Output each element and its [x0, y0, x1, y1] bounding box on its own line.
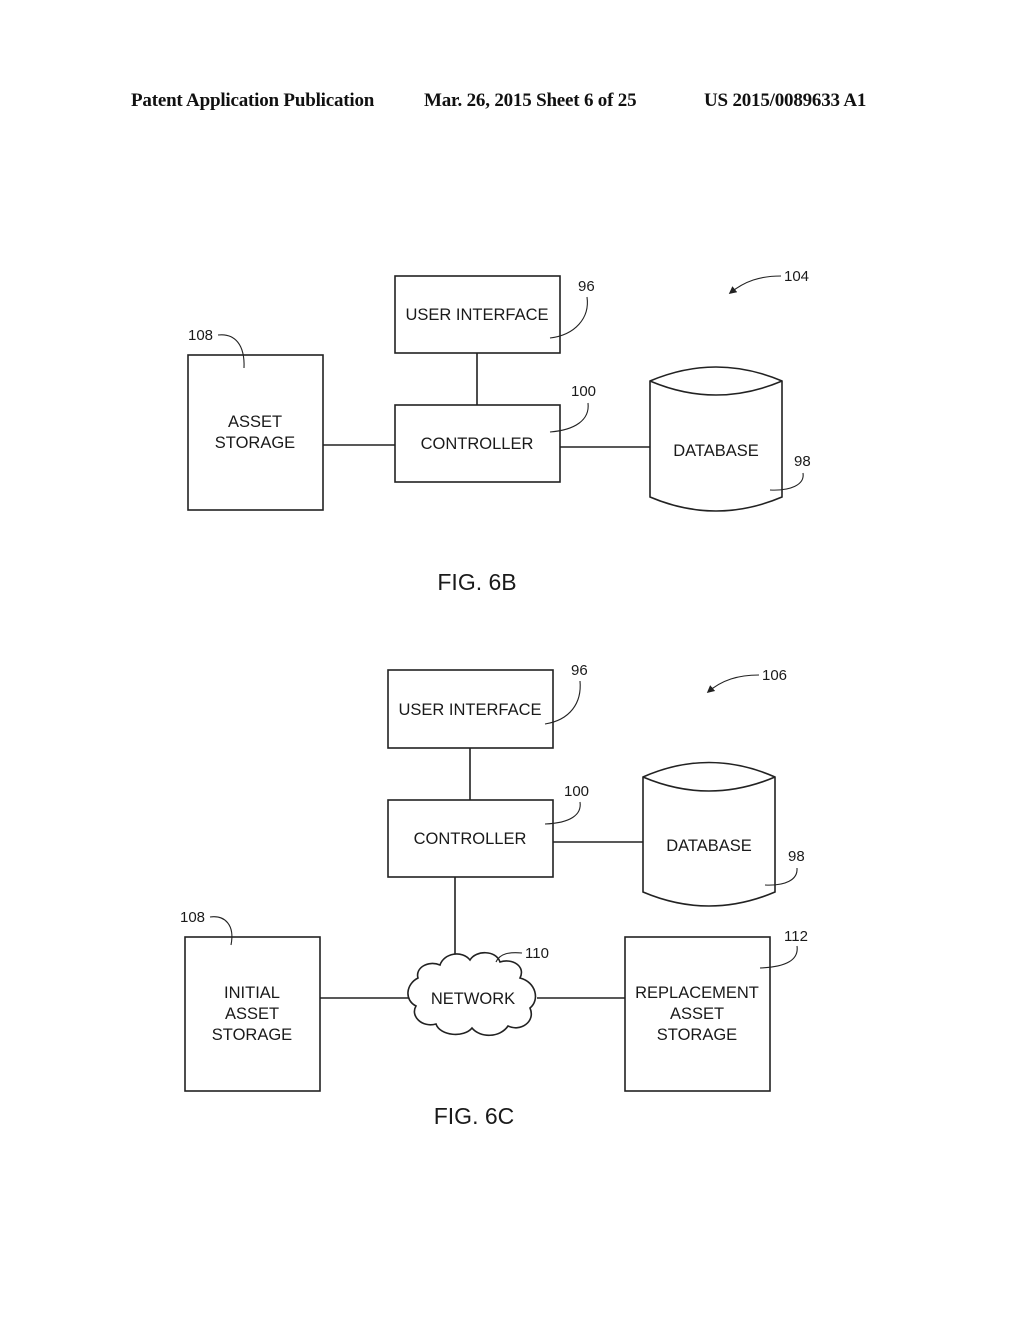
figure-caption: FIG. 6B: [437, 569, 516, 595]
user-interface-label: USER INTERFACE: [398, 701, 541, 719]
system-arrow-icon: [706, 674, 760, 694]
replacement-storage-line3: STORAGE: [657, 1026, 737, 1044]
ref-96: 96: [578, 278, 595, 295]
ref-106: 106: [762, 667, 787, 684]
replacement-storage-line1: REPLACEMENT: [635, 984, 759, 1002]
database-cylinder: DATABASE 98: [642, 761, 805, 907]
ref-100: 100: [564, 783, 589, 800]
initial-storage-line3: STORAGE: [212, 1026, 292, 1044]
diagram-canvas: USER INTERFACE 96 CONTROLLER 100 ASSET S…: [180, 268, 811, 1129]
controller-block: CONTROLLER 100: [387, 783, 589, 878]
controller-block: CONTROLLER 100: [394, 383, 596, 483]
replacement-asset-storage-block: REPLACEMENT ASSET STORAGE 112: [624, 928, 808, 1092]
network-label: NETWORK: [431, 990, 515, 1008]
ref-96: 96: [571, 662, 588, 679]
ref-112: 112: [784, 928, 808, 945]
ref-108: 108: [188, 327, 213, 344]
fig-6b: USER INTERFACE 96 CONTROLLER 100 ASSET S…: [187, 268, 811, 595]
database-cylinder: DATABASE 98: [649, 366, 811, 512]
initial-asset-storage-block: INITIAL ASSET STORAGE 108: [180, 909, 321, 1092]
controller-label: CONTROLLER: [421, 435, 534, 453]
controller-label: CONTROLLER: [414, 830, 527, 848]
ref-100: 100: [571, 383, 596, 400]
database-label: DATABASE: [673, 442, 759, 460]
ref-108: 108: [180, 909, 205, 926]
user-interface-block: USER INTERFACE 96: [394, 275, 595, 354]
ref-110: 110: [525, 945, 549, 962]
asset-storage-label-line2: STORAGE: [215, 434, 295, 452]
ref-98: 98: [794, 453, 811, 470]
replacement-storage-line2: ASSET: [670, 1005, 724, 1023]
initial-storage-line2: ASSET: [225, 1005, 279, 1023]
figure-caption: FIG. 6C: [434, 1103, 515, 1129]
fig-6c: USER INTERFACE 96 CONTROLLER 100 DATABAS…: [180, 662, 808, 1129]
database-label: DATABASE: [666, 837, 752, 855]
asset-storage-block: ASSET STORAGE 108: [187, 327, 324, 511]
asset-storage-label-line1: ASSET: [228, 413, 282, 431]
user-interface-block: USER INTERFACE 96: [387, 662, 588, 749]
user-interface-label: USER INTERFACE: [405, 306, 548, 324]
system-arrow-icon: [728, 275, 782, 294]
ref-104: 104: [784, 268, 809, 285]
ref-98: 98: [788, 848, 805, 865]
initial-storage-line1: INITIAL: [224, 984, 280, 1002]
network-cloud: NETWORK 110: [407, 945, 549, 1037]
